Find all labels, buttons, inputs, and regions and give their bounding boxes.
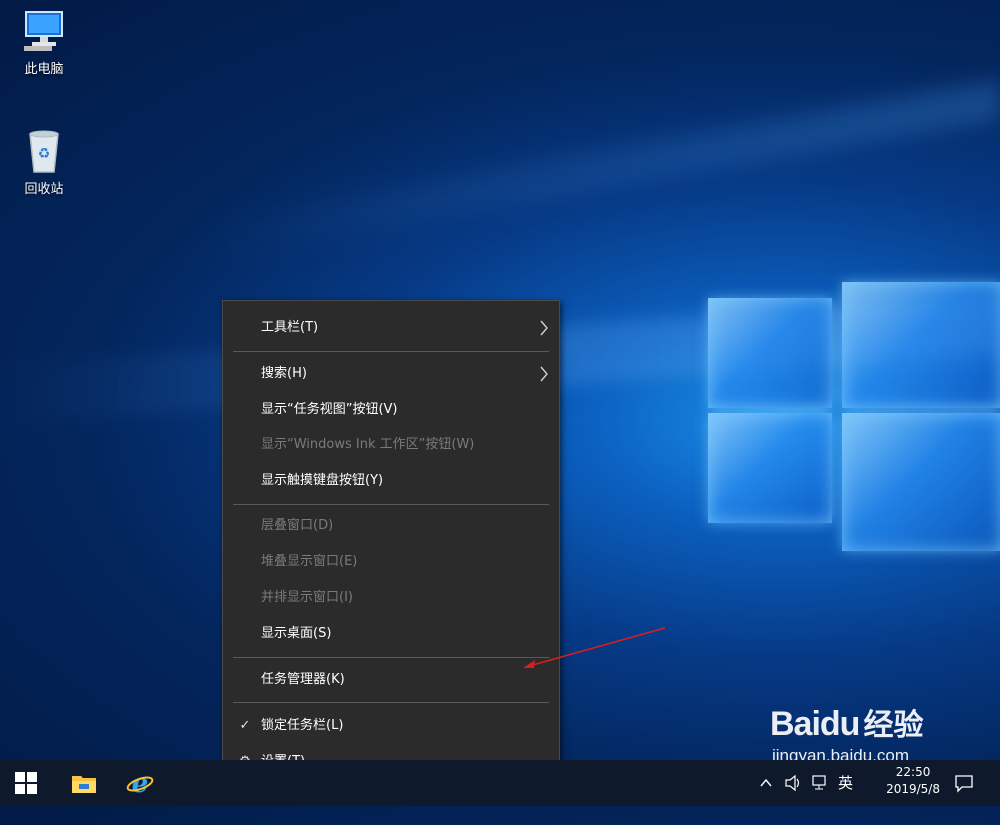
notification-icon (955, 775, 973, 793)
windows-start-icon (15, 772, 37, 794)
computer-icon (24, 11, 63, 51)
taskbar-context-menu: 工具栏(T) 搜索(H) 显示“任务视图”按钮(V) 显示“Windows In… (222, 300, 560, 789)
ime-indicator[interactable]: 英 (838, 760, 853, 806)
menu-item-show-windows-ink: 显示“Windows Ink 工作区”按钮(W) (223, 428, 559, 462)
menu-item-stack-windows: 堆叠显示窗口(E) (223, 545, 559, 579)
action-center-button[interactable] (942, 760, 986, 806)
menu-separator (233, 657, 549, 658)
watermark-brand-cn: 经验 (863, 708, 924, 743)
menu-separator (233, 504, 549, 505)
annotation-arrow (523, 627, 666, 668)
menu-separator (233, 702, 549, 703)
watermark-brand: Baidu (770, 705, 860, 743)
clock-date: 2019/5/8 (886, 782, 940, 796)
menu-item-label: 搜索(H) (261, 366, 307, 381)
menu-separator (233, 351, 549, 352)
menu-item-show-touch-keyboard[interactable]: 显示触摸键盘按钮(Y) (223, 464, 559, 498)
menu-item-label: 显示“Windows Ink 工作区”按钮(W) (261, 437, 475, 452)
menu-item-label: 显示“任务视图”按钮(V) (261, 402, 398, 417)
menu-item-label: 显示触摸键盘按钮(Y) (261, 473, 384, 488)
menu-item-label: 并排显示窗口(I) (261, 590, 353, 605)
taskbar: e 英 22:50 2019/5/8 (0, 760, 1000, 806)
windows-logo-wallpaper (700, 268, 1000, 558)
menu-item-label: 显示桌面(S) (261, 626, 332, 641)
svg-text:e: e (132, 770, 149, 796)
menu-item-label: 层叠窗口(D) (261, 518, 334, 533)
menu-item-show-desktop[interactable]: 显示桌面(S) (223, 617, 559, 651)
logo-pane (842, 282, 1000, 408)
desktop-icon-recycle-bin[interactable]: ♻ 回收站 (4, 128, 84, 197)
menu-item-task-manager[interactable]: 任务管理器(K) (223, 663, 559, 697)
menu-item-search[interactable]: 搜索(H) (223, 357, 559, 391)
menu-item-side-by-side: 并排显示窗口(I) (223, 581, 559, 615)
desktop-icon-label: 此电脑 (24, 62, 64, 77)
menu-item-label: 任务管理器(K) (261, 672, 345, 687)
recycle-bin-icon: ♻ (29, 130, 59, 173)
taskbar-file-explorer[interactable] (60, 760, 108, 806)
menu-item-toolbars[interactable]: 工具栏(T) (223, 311, 559, 345)
taskbar-internet-explorer[interactable]: e (116, 760, 164, 806)
light-beam (200, 79, 1000, 261)
network-icon[interactable] (810, 760, 828, 806)
tray-overflow-chevron[interactable] (758, 760, 774, 806)
menu-item-label: 锁定任务栏(L) (261, 718, 344, 733)
checkmark-icon: ✓ (239, 718, 251, 733)
clock[interactable]: 22:50 2019/5/8 (886, 764, 940, 798)
svg-text:♻: ♻ (38, 146, 51, 162)
menu-item-lock-taskbar[interactable]: ✓ 锁定任务栏(L) (223, 709, 559, 743)
desktop-icon-label: 回收站 (24, 182, 64, 197)
file-explorer-icon (72, 776, 96, 793)
clock-time: 22:50 (895, 765, 931, 779)
logo-pane (842, 413, 1000, 551)
volume-icon[interactable] (784, 760, 802, 806)
desktop-icon-this-pc[interactable]: 此电脑 (4, 10, 84, 77)
logo-pane (708, 298, 832, 408)
start-button[interactable] (2, 760, 50, 806)
menu-item-label: 堆叠显示窗口(E) (261, 554, 358, 569)
logo-pane (708, 413, 832, 523)
menu-item-label: 工具栏(T) (261, 320, 319, 335)
menu-item-show-task-view[interactable]: 显示“任务视图”按钮(V) (223, 393, 559, 427)
internet-explorer-icon: e (126, 770, 154, 796)
baidu-jingyan-watermark: Baidu 经验 jingyan.baidu.com (770, 700, 923, 766)
menu-item-cascade-windows: 层叠窗口(D) (223, 509, 559, 543)
